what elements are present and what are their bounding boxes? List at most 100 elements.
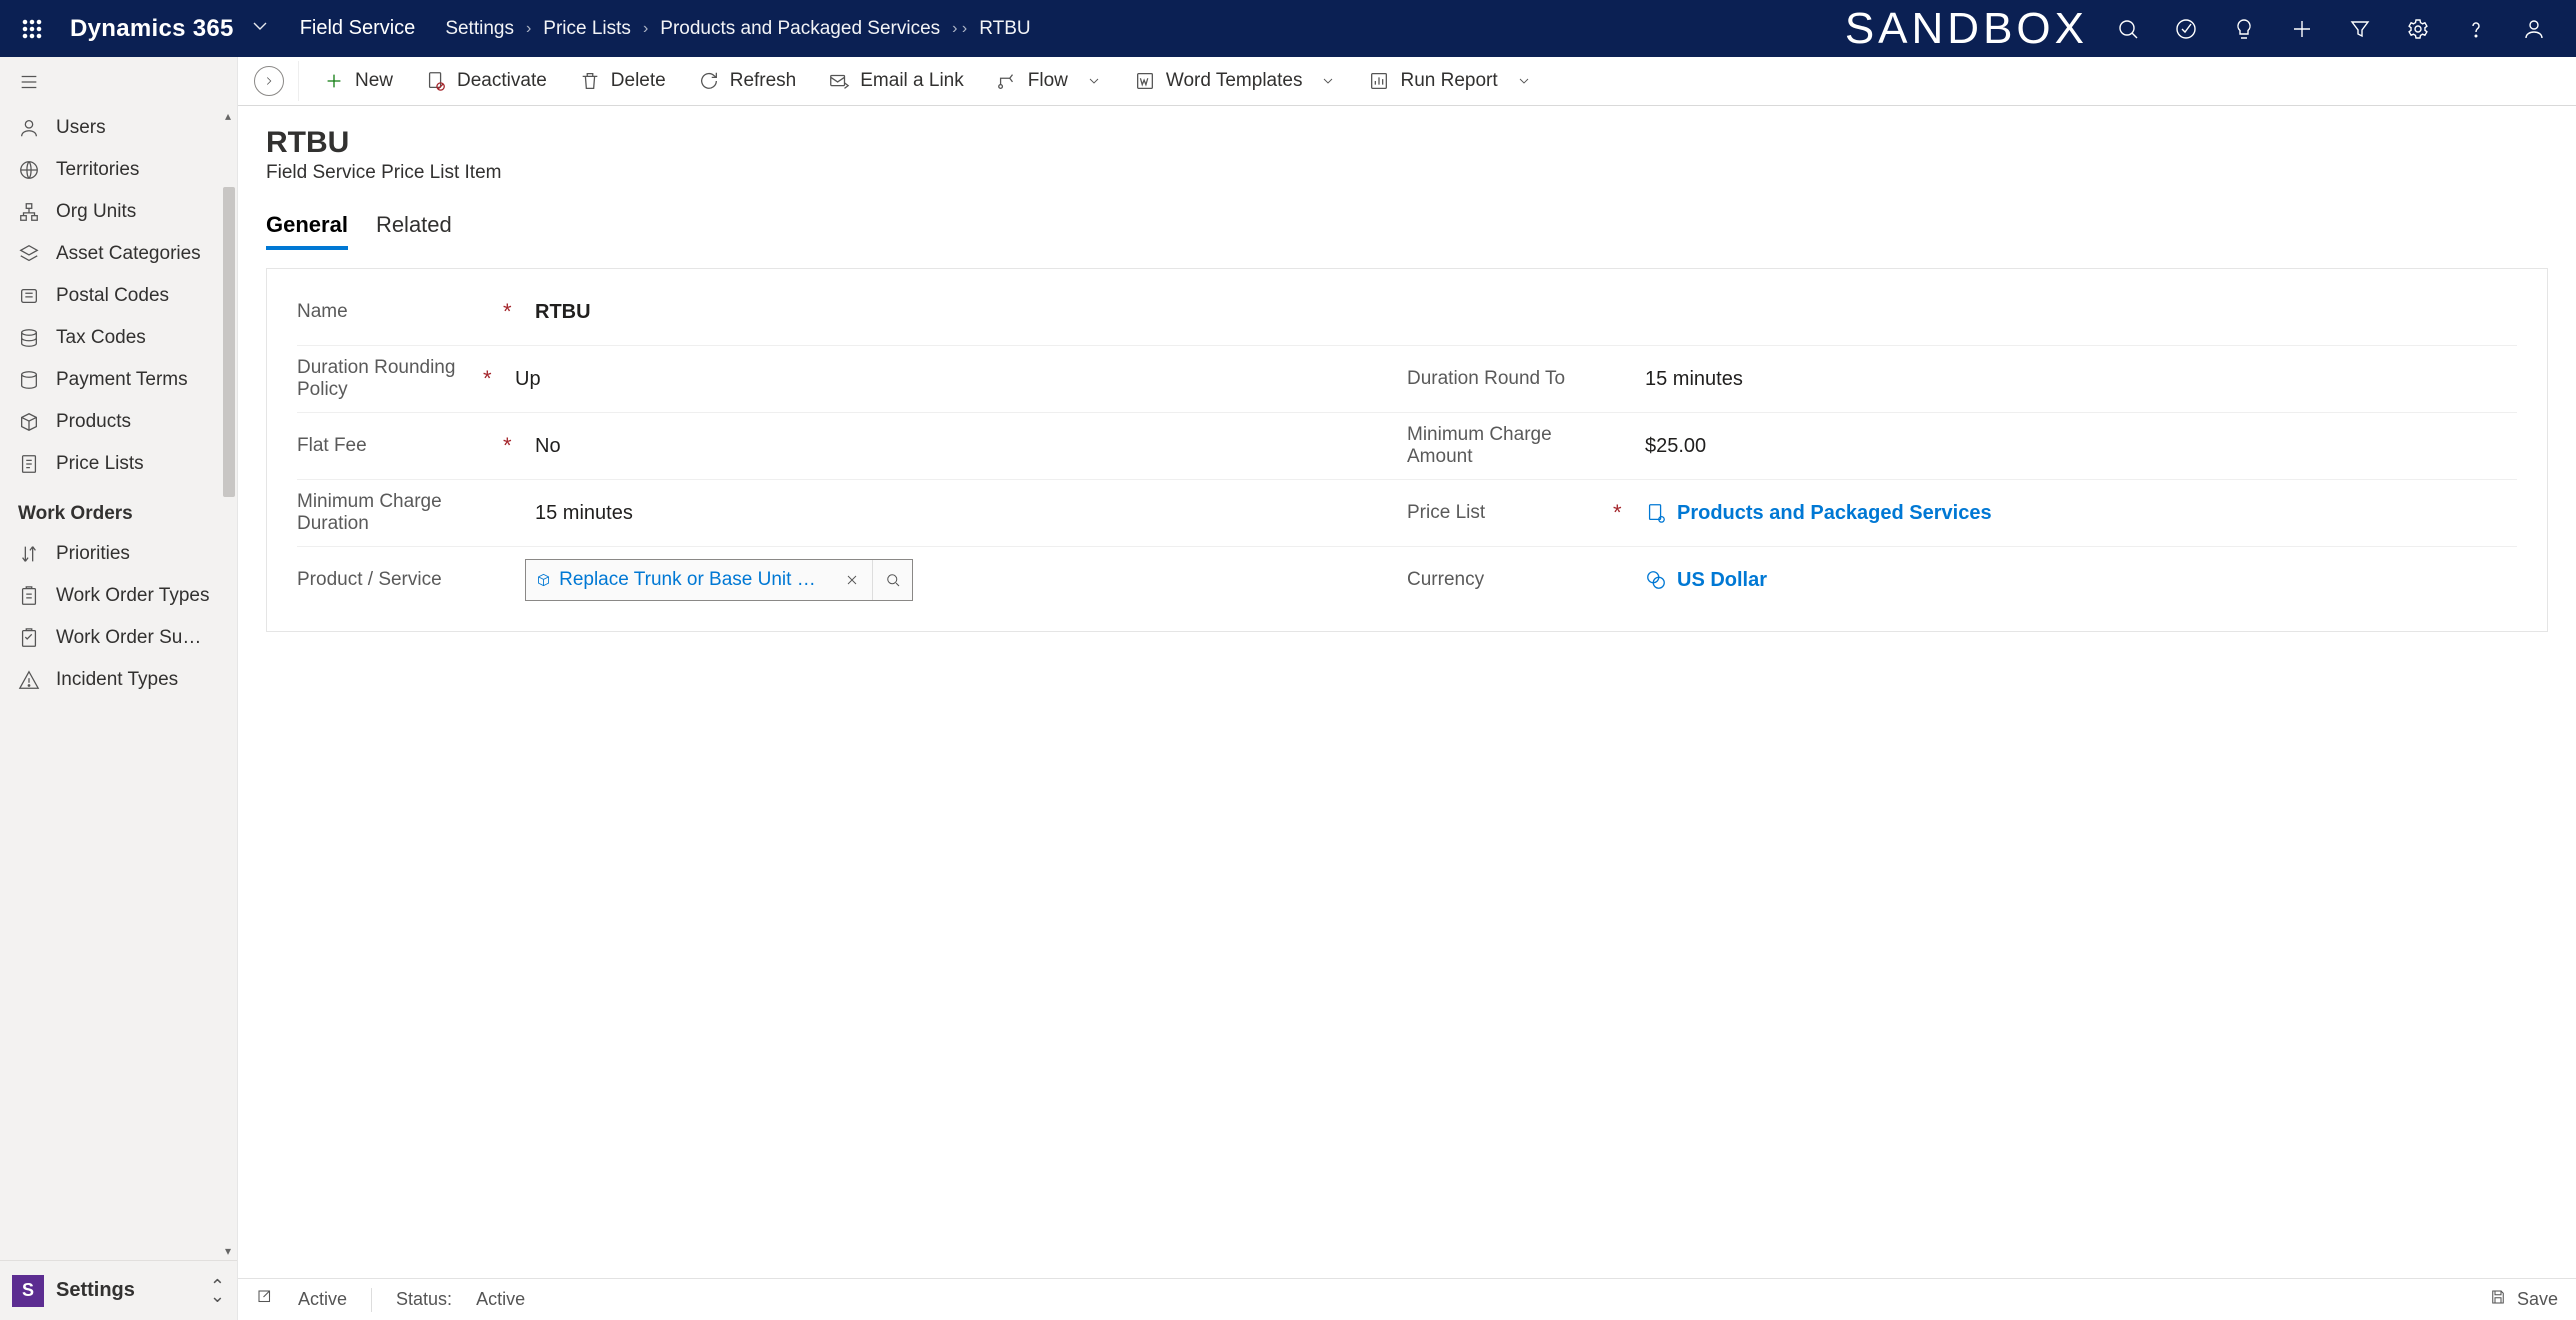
assistant-icon[interactable] xyxy=(2224,9,2264,49)
refresh-button[interactable]: Refresh xyxy=(684,64,811,98)
sidebar-item-work-order-types[interactable]: Work Order Types xyxy=(0,575,237,617)
go-back-icon[interactable] xyxy=(254,66,284,96)
global-nav-bar: Dynamics 365 Field Service Settings › Pr… xyxy=(0,0,2576,57)
status-label: Status: xyxy=(396,1289,452,1310)
cmd-label: Word Templates xyxy=(1166,70,1303,92)
sidebar-item-payment-terms[interactable]: Payment Terms xyxy=(0,359,237,401)
app-name[interactable]: Field Service xyxy=(300,17,416,40)
field-value-rounding[interactable]: Up xyxy=(505,368,541,391)
sidebar-item-postal-codes[interactable]: Postal Codes xyxy=(0,275,237,317)
clear-lookup-icon[interactable] xyxy=(832,560,872,600)
field-label-currency: Currency xyxy=(1407,561,1607,599)
field-label-name: Name xyxy=(297,293,497,331)
tab-related[interactable]: Related xyxy=(376,212,452,250)
cmd-label: Flow xyxy=(1028,70,1068,92)
sidebar-item-price-lists[interactable]: Price Lists xyxy=(0,443,237,485)
sidebar-item-label: Price Lists xyxy=(56,453,144,475)
sidebar-item-incident-types[interactable]: Incident Types xyxy=(0,659,237,701)
sidebar-item-label: Priorities xyxy=(56,543,130,565)
sidebar-item-tax-codes[interactable]: Tax Codes xyxy=(0,317,237,359)
product-lookup[interactable]: Replace Trunk or Base Unit (Flat H… xyxy=(525,559,913,601)
cmd-label: Run Report xyxy=(1400,70,1497,92)
lookup-link[interactable]: US Dollar xyxy=(1677,569,1767,592)
field-value-minduration[interactable]: 15 minutes xyxy=(525,502,633,525)
sidebar-item-label: Work Order Subst… xyxy=(56,627,206,649)
save-icon[interactable] xyxy=(2489,1288,2507,1311)
breadcrumb-item[interactable]: RTBU xyxy=(979,18,1030,40)
search-icon[interactable] xyxy=(2108,9,2148,49)
search-lookup-icon[interactable] xyxy=(872,560,912,600)
sidebar-item-work-order-substatuses[interactable]: Work Order Subst… xyxy=(0,617,237,659)
open-in-new-icon[interactable] xyxy=(256,1288,274,1311)
chevron-right-icon: › › xyxy=(952,20,967,38)
flow-button[interactable]: Flow xyxy=(982,64,1116,98)
sidebar-item-label: Tax Codes xyxy=(56,327,146,349)
filter-icon[interactable] xyxy=(2340,9,2380,49)
product-name[interactable]: Dynamics 365 xyxy=(70,15,234,43)
sidebar-item-label: Users xyxy=(56,117,106,139)
record-title: RTBU xyxy=(266,126,2548,160)
status-value: Active xyxy=(476,1289,525,1310)
field-label-minamount: Minimum Charge Amount xyxy=(1407,416,1607,476)
status-bar: Active Status: Active Save xyxy=(238,1278,2576,1320)
scroll-thumb[interactable] xyxy=(223,187,235,497)
breadcrumb-item[interactable]: Price Lists xyxy=(543,18,631,40)
sidebar-item-asset-categories[interactable]: Asset Categories xyxy=(0,233,237,275)
field-value-pricelist[interactable]: Products and Packaged Services xyxy=(1635,502,1992,525)
scroll-up-icon[interactable]: ▴ xyxy=(222,109,234,123)
run-report-button[interactable]: Run Report xyxy=(1354,64,1545,98)
sidebar-item-users[interactable]: Users xyxy=(0,107,237,149)
breadcrumb-item[interactable]: Settings xyxy=(445,18,514,40)
deactivate-button[interactable]: Deactivate xyxy=(411,64,561,98)
task-flow-icon[interactable] xyxy=(2166,9,2206,49)
sidebar-item-priorities[interactable]: Priorities xyxy=(0,533,237,575)
delete-button[interactable]: Delete xyxy=(565,64,680,98)
chevron-down-icon xyxy=(1320,73,1336,89)
cmd-label: Email a Link xyxy=(860,70,964,92)
field-label-roundto: Duration Round To xyxy=(1407,360,1607,398)
field-value-currency[interactable]: US Dollar xyxy=(1635,569,1767,592)
gear-icon[interactable] xyxy=(2398,9,2438,49)
cmd-label: Refresh xyxy=(730,70,797,92)
sidebar-item-territories[interactable]: Territories xyxy=(0,149,237,191)
hamburger-icon[interactable] xyxy=(0,57,237,107)
required-marker: * xyxy=(503,433,519,459)
record-entity-name: Field Service Price List Item xyxy=(266,162,2548,184)
lookup-value[interactable]: Replace Trunk or Base Unit (Flat H… xyxy=(559,569,822,591)
tab-general[interactable]: General xyxy=(266,212,348,250)
record-state: Active xyxy=(298,1289,347,1310)
currency-icon xyxy=(1645,569,1667,591)
breadcrumb-item[interactable]: Products and Packaged Services xyxy=(660,18,940,40)
save-button[interactable]: Save xyxy=(2517,1289,2558,1310)
lookup-link[interactable]: Products and Packaged Services xyxy=(1677,502,1992,525)
sidebar-item-label: Work Order Types xyxy=(56,585,209,607)
field-value-name[interactable]: RTBU xyxy=(525,301,591,324)
add-icon[interactable] xyxy=(2282,9,2322,49)
cmd-label: Delete xyxy=(611,70,666,92)
field-value-roundto[interactable]: 15 minutes xyxy=(1635,368,1743,391)
scroll-down-icon[interactable]: ▾ xyxy=(222,1244,234,1258)
sidebar-scrollbar[interactable]: ▴ ▾ xyxy=(219,107,237,1260)
area-switcher[interactable]: S Settings ⌃⌄ xyxy=(0,1260,237,1320)
sidebar-item-label: Postal Codes xyxy=(56,285,169,307)
email-link-button[interactable]: Email a Link xyxy=(814,64,978,98)
chevron-right-icon: › xyxy=(643,20,648,38)
cmd-label: New xyxy=(355,70,393,92)
sidebar-group-work-orders: Work Orders xyxy=(0,485,237,533)
field-label-minduration: Minimum Charge Duration xyxy=(297,483,497,543)
sidebar-item-products[interactable]: Products xyxy=(0,401,237,443)
app-launcher-icon[interactable] xyxy=(12,17,52,41)
word-templates-button[interactable]: Word Templates xyxy=(1120,64,1351,98)
area-chevron-icon[interactable]: ⌃⌄ xyxy=(210,1281,225,1301)
user-icon[interactable] xyxy=(2514,9,2554,49)
new-button[interactable]: New xyxy=(309,64,407,98)
field-label-rounding: Duration Rounding Policy xyxy=(297,349,477,409)
field-value-minamount[interactable]: $25.00 xyxy=(1635,435,1706,458)
chevron-down-icon[interactable] xyxy=(248,14,272,43)
sidebar-item-label: Org Units xyxy=(56,201,136,223)
field-value-flatfee[interactable]: No xyxy=(525,435,561,458)
help-icon[interactable] xyxy=(2456,9,2496,49)
sidebar-item-org-units[interactable]: Org Units xyxy=(0,191,237,233)
sidebar-item-label: Territories xyxy=(56,159,139,181)
field-label-product: Product / Service xyxy=(297,561,497,599)
